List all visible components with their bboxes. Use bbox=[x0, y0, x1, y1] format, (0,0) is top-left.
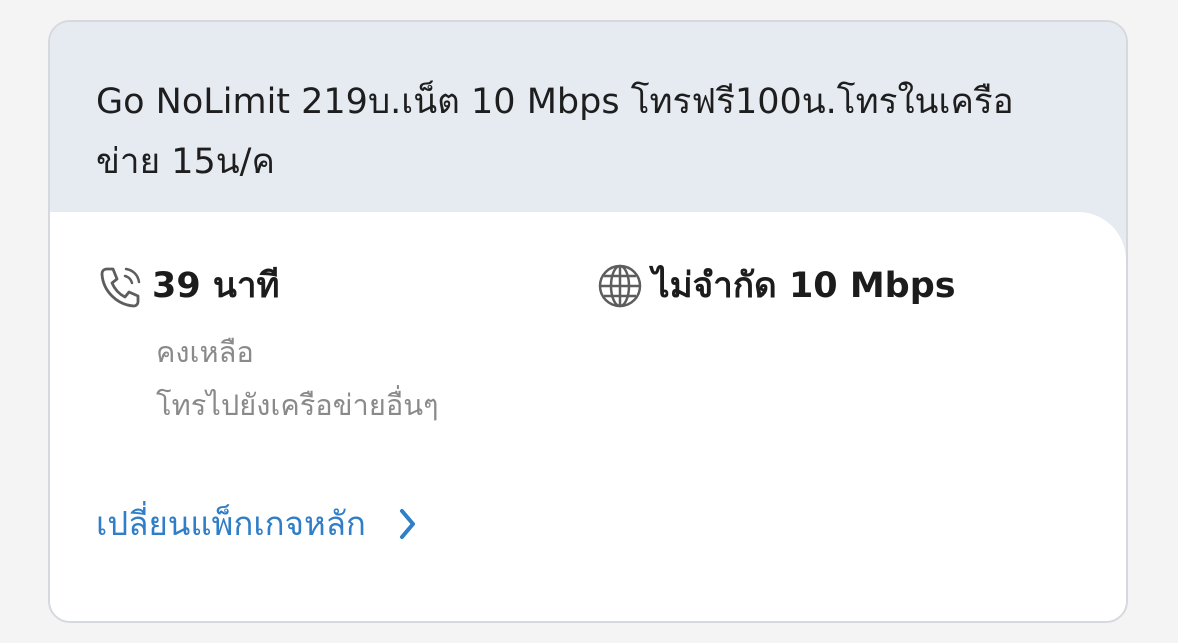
package-details: 39 นาที คงเหลือ โทรไปยังเครือข่ายอื่นๆ ไ… bbox=[50, 212, 1126, 621]
change-package-button[interactable]: เปลี่ยนแพ็กเกจหลัก bbox=[96, 500, 420, 548]
change-package-label[interactable]: เปลี่ยนแพ็กเกจหลัก bbox=[96, 500, 366, 548]
voice-status: คงเหลือ bbox=[156, 335, 254, 369]
package-title: Go NoLimit 219บ.เน็ต 10 Mbps โทรฟรี100น.… bbox=[96, 82, 1014, 182]
data-allowance: ไม่จำกัด 10 Mbps bbox=[594, 260, 956, 312]
voice-allowance: 39 นาที bbox=[94, 260, 280, 312]
data-speed: ไม่จำกัด 10 Mbps bbox=[652, 266, 956, 306]
package-card: Go NoLimit 219บ.เน็ต 10 Mbps โทรฟรี100น.… bbox=[48, 20, 1128, 623]
voice-minutes: 39 นาที bbox=[152, 266, 280, 306]
phone-icon bbox=[94, 260, 146, 312]
voice-description: โทรไปยังเครือข่ายอื่นๆ bbox=[156, 388, 439, 422]
chevron-right-icon[interactable] bbox=[396, 506, 420, 542]
globe-icon bbox=[594, 260, 646, 312]
